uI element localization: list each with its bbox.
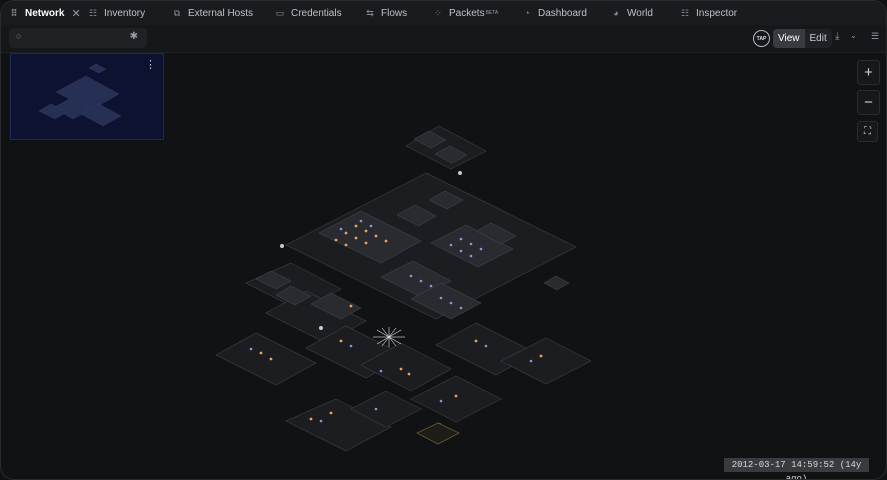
dashboard-icon: ◔ [524, 8, 530, 18]
tab-flows[interactable]: ⇆ Flows [357, 1, 415, 25]
view-edit-toggle: View Edit [773, 29, 832, 48]
selected-node-tile[interactable] [416, 422, 460, 445]
zoom-in-button[interactable]: + [857, 60, 880, 85]
external-hosts-icon: ⧉ [173, 7, 181, 18]
world-icon: ◕ [613, 8, 619, 18]
beta-badge: BETA [485, 10, 499, 16]
inspector-icon: ☷ [680, 7, 690, 18]
minimap[interactable]: ⋮ [10, 53, 164, 140]
view-button[interactable]: View [773, 29, 805, 48]
toolbar: ○ ✱ TAP View Edit ⤓ ⌄ ☰ [1, 25, 886, 53]
inventory-icon: ☷ [88, 7, 98, 18]
tab-credentials[interactable]: ▭ Credentials [267, 1, 350, 25]
tab-external-hosts[interactable]: ⧉ External Hosts [164, 1, 261, 25]
edit-button[interactable]: Edit [805, 29, 832, 48]
subnet-tile[interactable] [215, 332, 317, 386]
zoom-out-button[interactable]: − [857, 90, 880, 115]
minimap-preview [38, 63, 122, 127]
search-box: ○ ✱ [9, 28, 147, 48]
tab-dashboard[interactable]: ◔ Dashboard [514, 1, 595, 25]
more-vertical-icon[interactable]: ⋮ [145, 58, 156, 71]
flows-icon: ⇆ [366, 7, 374, 18]
gear-icon[interactable]: ✱ [130, 31, 138, 42]
fullscreen-icon: ⛶ [864, 126, 871, 137]
capture-timestamp: 2012-03-17 14:59:52 (14y ago) [724, 458, 869, 479]
network-icon: ⠿ [10, 7, 18, 18]
tab-packets[interactable]: ⁘ Packets BETA [425, 1, 506, 25]
chevron-down-icon[interactable]: ⌄ [850, 31, 857, 40]
tab-bar: ⠿ Network ✕ ☷ Inventory ⧉ External Hosts… [1, 1, 886, 26]
tab-label: External Hosts [188, 7, 254, 19]
download-icon[interactable]: ⤓ [835, 31, 839, 42]
subnet-tile[interactable] [405, 125, 487, 170]
app-window: ⠿ Network ✕ ☷ Inventory ⧉ External Hosts… [0, 0, 887, 480]
packets-icon: ⁘ [434, 7, 442, 18]
search-icon: ○ [16, 31, 22, 41]
search-input[interactable] [29, 30, 128, 47]
tab-world[interactable]: ◕ World [603, 1, 661, 25]
tab-network[interactable]: ⠿ Network ✕ [1, 1, 89, 25]
tab-inventory[interactable]: ☷ Inventory [80, 1, 153, 25]
subnet-inner [543, 275, 570, 291]
tab-label: Network [25, 7, 65, 19]
tab-label: Dashboard [538, 7, 587, 19]
tab-label: Flows [381, 7, 408, 19]
tap-button[interactable]: TAP [753, 30, 770, 47]
filter-icon[interactable]: ☰ [871, 31, 879, 42]
fullscreen-button[interactable]: ⛶ [857, 121, 878, 142]
tab-label: Inventory [104, 7, 146, 19]
tab-label: Credentials [291, 7, 342, 19]
tab-label: Inspector [696, 7, 738, 19]
tab-label: Packets [449, 7, 485, 19]
credentials-icon: ▭ [275, 7, 285, 18]
tab-inspector[interactable]: ☷ Inspector [672, 1, 745, 25]
tab-label: World [627, 7, 653, 19]
